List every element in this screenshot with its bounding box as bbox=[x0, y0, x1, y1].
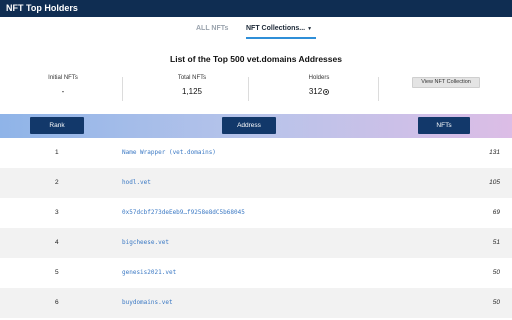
table-row: 2 hodl.vet 105 bbox=[0, 168, 512, 198]
row-address-link[interactable]: Name Wrapper (vet.domains) bbox=[122, 149, 216, 156]
row-nft-count: 50 bbox=[492, 299, 500, 306]
row-address-link[interactable]: buydomains.vet bbox=[122, 299, 173, 306]
table-header: Rank Address NFTs bbox=[0, 114, 512, 138]
row-address-link[interactable]: hodl.vet bbox=[122, 179, 151, 186]
table-row: 1 Name Wrapper (vet.domains) 131 bbox=[0, 138, 512, 168]
row-address-link[interactable]: genesis2021.vet bbox=[122, 269, 176, 276]
tab-all-nfts[interactable]: ALL NFTs bbox=[196, 17, 228, 39]
table-row: 6 buydomains.vet 50 bbox=[0, 288, 512, 318]
row-nft-count: 69 bbox=[492, 209, 500, 216]
tab-nft-collections[interactable]: NFT Collections... ▼ bbox=[246, 17, 316, 39]
holders-value-wrap: 312 ● bbox=[282, 87, 356, 96]
divider bbox=[248, 77, 249, 101]
holders-stat: Holders 312 ● bbox=[282, 75, 356, 103]
total-nfts-label: Total NFTs bbox=[177, 75, 207, 81]
divider bbox=[122, 77, 123, 101]
table-row: 3 0x57dcbf273deEeb9…f9258e8dC5b68045 69 bbox=[0, 198, 512, 228]
table-row: 4 bigcheese.vet 51 bbox=[0, 228, 512, 258]
row-rank: 2 bbox=[55, 179, 59, 186]
row-address-link[interactable]: bigcheese.vet bbox=[122, 239, 169, 246]
row-rank: 4 bbox=[55, 239, 59, 246]
divider bbox=[378, 77, 379, 101]
initial-nfts-value: - bbox=[61, 87, 65, 96]
row-address-link[interactable]: 0x57dcbf273deEeb9…f9258e8dC5b68045 bbox=[122, 209, 245, 216]
nfts-column-button[interactable]: NFTs bbox=[418, 117, 470, 134]
holders-label: Holders bbox=[308, 75, 330, 81]
rank-column-button[interactable]: Rank bbox=[30, 117, 84, 134]
user-circle-icon[interactable]: ● bbox=[323, 89, 330, 95]
row-nft-count: 105 bbox=[489, 179, 500, 186]
row-rank: 5 bbox=[55, 269, 59, 276]
view-nft-collection-button[interactable]: View NFT Collection bbox=[412, 77, 480, 88]
page-title: List of the Top 500 vet.domains Addresse… bbox=[170, 54, 342, 64]
initial-nfts-label: Initial NFTs bbox=[48, 75, 78, 81]
holders-value: 312 bbox=[308, 87, 323, 96]
row-rank: 6 bbox=[55, 299, 59, 306]
row-nft-count: 50 bbox=[492, 269, 500, 276]
initial-nfts-stat: Initial NFTs - bbox=[26, 75, 100, 103]
collection-summary: List of the Top 500 vet.domains Addresse… bbox=[0, 39, 512, 114]
row-nft-count: 131 bbox=[489, 149, 500, 156]
total-nfts-stat: Total NFTs 1,125 bbox=[158, 75, 226, 103]
chevron-down-icon: ▼ bbox=[307, 26, 313, 32]
row-rank: 3 bbox=[55, 209, 59, 216]
tab-nft-collections-label: NFT Collections... bbox=[246, 25, 306, 32]
tab-bar: ALL NFTs NFT Collections... ▼ bbox=[0, 17, 512, 39]
app-title: NFT Top Holders bbox=[0, 0, 512, 17]
address-column-button[interactable]: Address bbox=[222, 117, 276, 134]
table-row: 5 genesis2021.vet 50 bbox=[0, 258, 512, 288]
total-nfts-value: 1,125 bbox=[181, 87, 203, 96]
holders-table: 1 Name Wrapper (vet.domains) 131 2 hodl.… bbox=[0, 138, 512, 318]
row-rank: 1 bbox=[55, 149, 59, 156]
row-nft-count: 51 bbox=[492, 239, 500, 246]
